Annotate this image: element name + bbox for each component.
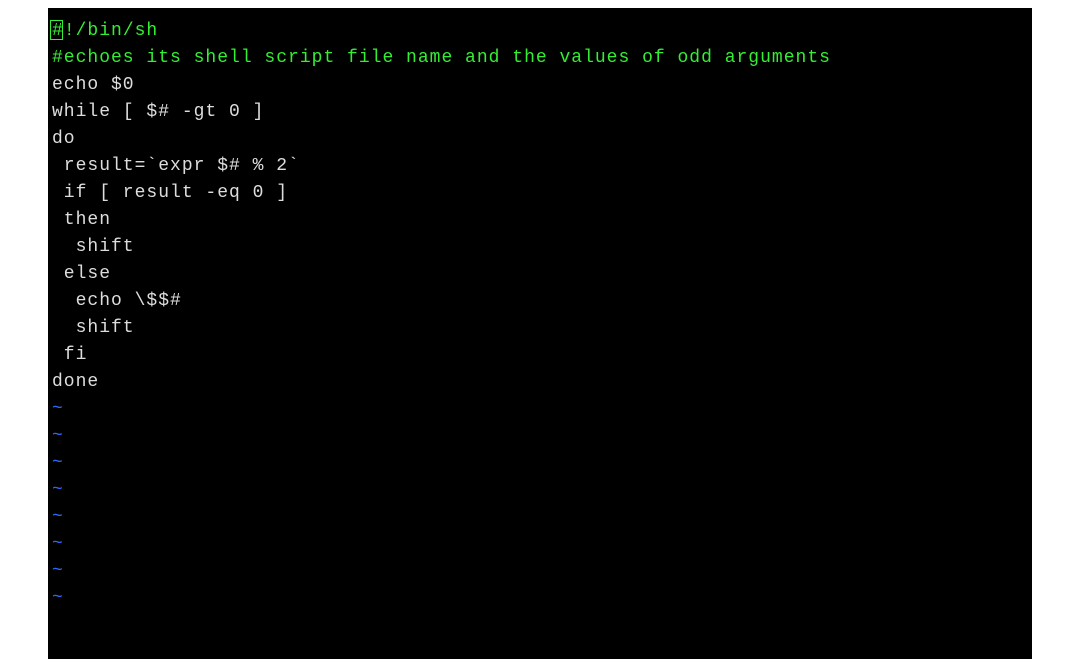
code-line: #!/bin/sh bbox=[52, 18, 1028, 45]
code-line: if [ result -eq 0 ] bbox=[52, 180, 1028, 207]
cursor: # bbox=[52, 18, 64, 45]
code-line: while [ $# -gt 0 ] bbox=[52, 99, 1028, 126]
code-line: echo $0 bbox=[52, 72, 1028, 99]
code-line: shift bbox=[52, 234, 1028, 261]
empty-line-tilde: ~ bbox=[52, 396, 1028, 423]
empty-line-tilde: ~ bbox=[52, 504, 1028, 531]
code-line: then bbox=[52, 207, 1028, 234]
empty-line-tilde: ~ bbox=[52, 531, 1028, 558]
code-line: do bbox=[52, 126, 1028, 153]
empty-line-tilde: ~ bbox=[52, 558, 1028, 585]
code-line: shift bbox=[52, 315, 1028, 342]
empty-line-tilde: ~ bbox=[52, 450, 1028, 477]
code-line: echo \$$# bbox=[52, 288, 1028, 315]
comment-text: #echoes its shell script file name and t… bbox=[52, 48, 831, 68]
empty-line-tilde: ~ bbox=[52, 423, 1028, 450]
empty-line-tilde: ~ bbox=[52, 585, 1028, 612]
code-line: done bbox=[52, 369, 1028, 396]
terminal-editor[interactable]: #!/bin/sh #echoes its shell script file … bbox=[48, 8, 1032, 659]
code-line: fi bbox=[52, 342, 1028, 369]
code-line: #echoes its shell script file name and t… bbox=[52, 45, 1028, 72]
code-line: result=`expr $# % 2` bbox=[52, 153, 1028, 180]
empty-line-tilde: ~ bbox=[52, 477, 1028, 504]
code-line: else bbox=[52, 261, 1028, 288]
shebang-text: !/bin/sh bbox=[64, 21, 158, 41]
